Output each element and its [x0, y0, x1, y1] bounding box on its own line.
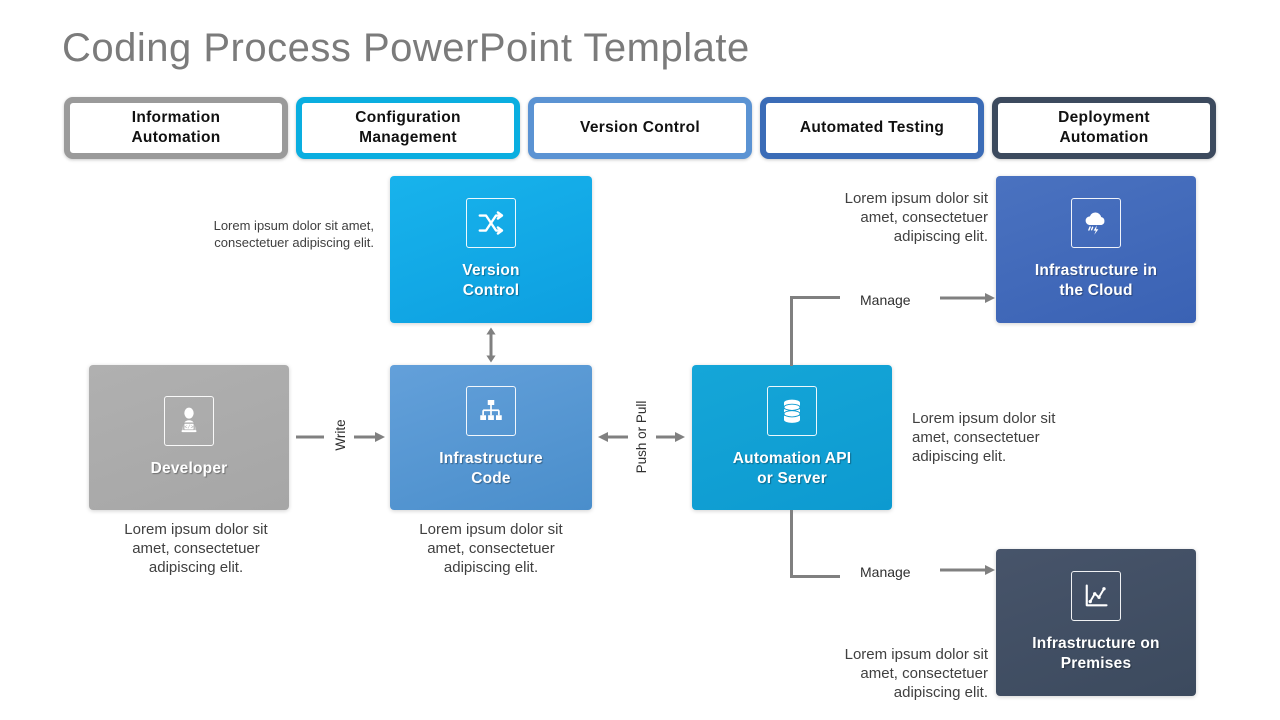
database-icon: [767, 386, 817, 437]
tab-automated-testing[interactable]: Automated Testing: [760, 97, 984, 159]
tab-label: Automated Testing: [799, 118, 945, 136]
node-version-control[interactable]: Version Control: [390, 176, 592, 323]
node-infrastructure-code[interactable]: Infrastructure Code: [390, 365, 592, 510]
tab-configuration-management[interactable]: Configuration Management: [296, 97, 520, 159]
page-title: Coding Process PowerPoint Template: [62, 26, 750, 70]
connector-label-manage-top: Manage: [860, 292, 911, 308]
tab-label: Version Control: [580, 118, 700, 136]
tab-version-control[interactable]: Version Control: [528, 97, 752, 159]
connector-label-write: Write: [333, 419, 348, 451]
tab-label: Configuration Management: [355, 108, 461, 146]
connector-segment: [790, 510, 793, 578]
line-chart-icon: [1071, 571, 1121, 622]
hierarchy-icon: [466, 386, 516, 437]
cloud-storm-icon: [1071, 198, 1121, 249]
connector-arrow-manage-cloud: [940, 289, 996, 307]
developer-icon: </>: [164, 396, 214, 447]
connector-version-control-infrastructure-code: [476, 327, 506, 363]
node-label: Version Control: [462, 262, 520, 299]
note-automation-api: Lorem ipsum dolor sit amet, consectetuer a…: [912, 410, 1056, 466]
note-infrastructure-code: Lorem ipsum dolor sit amet, consectetuer a…: [419, 521, 563, 577]
node-developer[interactable]: </> Developer: [89, 365, 289, 510]
node-label: Infrastructure in the Cloud: [1034, 262, 1158, 299]
node-label: Infrastructure Code: [439, 450, 543, 487]
tab-label: Deployment Automation: [1058, 108, 1150, 146]
node-label: Developer: [150, 460, 228, 478]
node-label: Automation API or Server: [732, 450, 852, 487]
tab-bar: Information Automation Configuration Manag…: [64, 97, 1216, 159]
tab-deployment-automation[interactable]: Deployment Automation: [992, 97, 1216, 159]
svg-text:</>: </>: [184, 425, 193, 431]
connector-arrow-manage-premises: [940, 561, 996, 579]
tab-label: Information Automation: [131, 108, 221, 146]
connector-label-manage-bottom: Manage: [860, 564, 911, 580]
node-infrastructure-premises[interactable]: Infrastructure on Premises: [996, 549, 1196, 696]
note-version-control: Lorem ipsum dolor sit amet, consectetuer …: [213, 218, 374, 250]
node-label: Infrastructure on Premises: [1032, 635, 1160, 672]
connector-label-push-or-pull: Push or Pull: [634, 400, 649, 474]
connector-segment: [790, 296, 793, 366]
node-infrastructure-cloud[interactable]: Infrastructure in the Cloud: [996, 176, 1196, 323]
shuffle-icon: [466, 198, 516, 249]
note-infrastructure-premises: Lorem ipsum dolor sit amet, consectetuer a…: [844, 646, 988, 702]
node-automation-api[interactable]: Automation API or Server: [692, 365, 892, 510]
connector-segment: [790, 575, 840, 578]
note-developer: Lorem ipsum dolor sit amet, consectetuer a…: [124, 521, 268, 577]
note-infrastructure-cloud: Lorem ipsum dolor sit amet, consectetuer a…: [844, 190, 988, 246]
tab-information-automation[interactable]: Information Automation: [64, 97, 288, 159]
connector-segment: [790, 296, 840, 299]
